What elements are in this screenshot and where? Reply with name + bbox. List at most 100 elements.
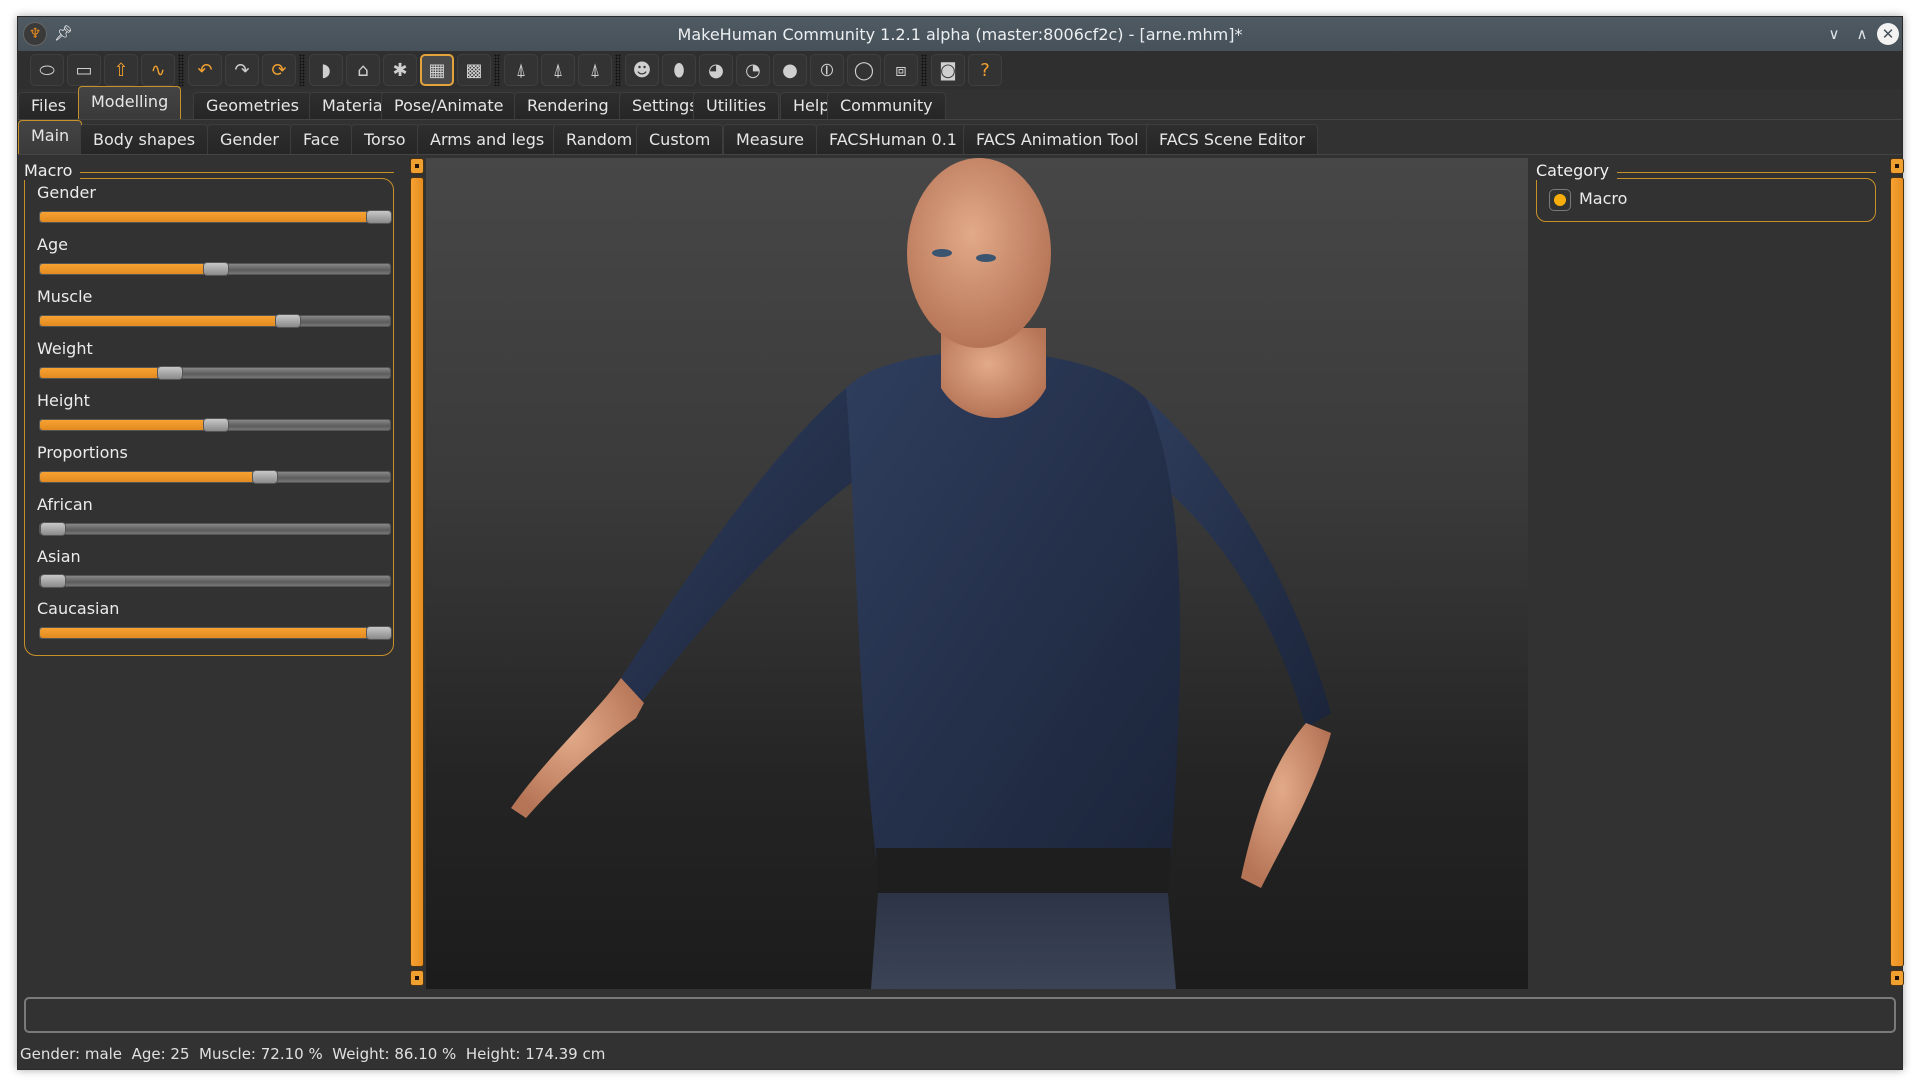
top-view-button[interactable]: ● <box>773 54 807 86</box>
tab-utilities[interactable]: Utilities <box>693 92 780 119</box>
tab-modelling[interactable]: Modelling <box>78 86 182 119</box>
save-button[interactable]: ▭ <box>67 54 101 86</box>
subtab-measure[interactable]: Measure <box>723 124 817 154</box>
ortho-toggle-icon: ⧈ <box>895 59 907 81</box>
tab-files[interactable]: Files <box>18 92 80 119</box>
toolbar-separator <box>615 54 621 86</box>
scroll-down-arrow[interactable] <box>410 970 424 986</box>
subtab-torso[interactable]: Torso <box>351 124 419 154</box>
help-button[interactable]: ? <box>968 54 1002 86</box>
close-button[interactable]: ✕ <box>1877 23 1899 45</box>
scroll-up-arrow[interactable] <box>1890 158 1904 174</box>
tab-geometries[interactable]: Geometries <box>193 92 312 119</box>
checker-background-button[interactable]: ▩ <box>457 54 491 86</box>
slider-track[interactable] <box>39 366 391 380</box>
jeans <box>871 893 1176 989</box>
slider-track[interactable] <box>39 470 391 484</box>
toolbar-separator <box>921 54 927 86</box>
subtab-facshuman-0-1[interactable]: FACSHuman 0.1 <box>816 124 970 154</box>
left-view-button[interactable]: ◕ <box>699 54 733 86</box>
3d-viewport[interactable] <box>426 158 1528 989</box>
subtab-facs-scene-editor[interactable]: FACS Scene Editor <box>1146 124 1319 154</box>
scroll-thumb[interactable] <box>410 177 424 967</box>
subtab-random[interactable]: Random <box>553 124 646 154</box>
subtab-facs-animation-tool[interactable]: FACS Animation Tool <box>963 124 1152 154</box>
reset-camera-button[interactable]: ◯ <box>847 54 881 86</box>
undo-button[interactable]: ↶ <box>188 54 222 86</box>
subtab-arms-and-legs[interactable]: Arms and legs <box>417 124 558 154</box>
scroll-thumb[interactable] <box>1890 177 1904 967</box>
symmetry-right-icon: ⍋ <box>515 59 527 81</box>
left-panel-scrollbar[interactable] <box>410 158 424 988</box>
screenshot-button[interactable]: ◙ <box>931 54 965 86</box>
slider-label: Muscle <box>37 287 93 306</box>
left-panel: Gender Age Muscle Weight Height Proportions Af… <box>18 156 410 986</box>
ortho-toggle-button[interactable]: ⧈ <box>884 54 918 86</box>
slider-handle[interactable] <box>366 626 392 640</box>
slider-handle[interactable] <box>203 262 229 276</box>
symmetry-right-button[interactable]: ⍋ <box>504 54 538 86</box>
slider-track[interactable] <box>39 262 391 276</box>
symmetry-button[interactable]: ⍋ <box>578 54 612 86</box>
slider-track[interactable] <box>39 522 391 536</box>
slider-track[interactable] <box>39 314 391 328</box>
pose-icon: ✱ <box>392 59 408 81</box>
slider-handle[interactable] <box>157 366 184 380</box>
slider-handle[interactable] <box>40 574 66 588</box>
macro-groupbox: Gender Age Muscle Weight Height Proportions Af… <box>24 178 394 656</box>
files-button[interactable]: ⬭ <box>30 54 64 86</box>
slider-track[interactable] <box>39 418 391 432</box>
slider-track[interactable] <box>39 210 392 224</box>
human-model <box>511 158 1331 989</box>
minimize-button[interactable]: ∨ <box>1823 23 1845 45</box>
macro-radio[interactable] <box>1549 189 1571 211</box>
checker-background-icon: ▩ <box>465 59 483 81</box>
undo-icon: ↶ <box>197 59 213 81</box>
tab-rendering[interactable]: Rendering <box>514 92 622 119</box>
title-bar[interactable]: ♆ 📌︎ MakeHuman Community 1.2.1 alpha (ma… <box>18 17 1902 51</box>
slider-handle[interactable] <box>203 418 229 432</box>
reset-icon: ⟳ <box>271 59 287 81</box>
subtab-gender[interactable]: Gender <box>207 124 292 154</box>
load-button[interactable]: ∿ <box>141 54 175 86</box>
bottom-view-icon: ⦶ <box>820 59 834 81</box>
front-view-button[interactable]: ☻ <box>625 54 659 86</box>
back-view-button[interactable]: ⬮ <box>662 54 696 86</box>
slider-label: African <box>37 495 93 514</box>
reset-button[interactable]: ⟳ <box>262 54 296 86</box>
toolbar: ⬭ ▭ ⇧ ∿ ↶ ↷ ⟳ ◗ ⌂ ✱ ▦ ▩ ⍋ ⍋ ⍋ ☻ ⬮ ◕ ◔ ● ⦶ ◯ ⧈ ◙? <box>18 51 1902 89</box>
symmetry-left-button[interactable]: ⍋ <box>541 54 575 86</box>
macro-radio-label[interactable]: Macro <box>1579 189 1627 208</box>
smooth-button[interactable]: ◗ <box>309 54 343 86</box>
slider-handle[interactable] <box>275 314 302 328</box>
subtab-body-shapes[interactable]: Body shapes <box>80 124 209 154</box>
subtab-face[interactable]: Face <box>290 124 353 154</box>
scroll-up-arrow[interactable] <box>410 158 424 174</box>
slider-handle[interactable] <box>40 522 66 536</box>
tab-community[interactable]: Community <box>827 92 946 119</box>
right-view-button[interactable]: ◔ <box>736 54 770 86</box>
slider-age: Age <box>37 235 393 287</box>
subtab-main[interactable]: Main <box>18 120 83 154</box>
slider-label: Weight <box>37 339 93 358</box>
tab-pose-animate[interactable]: Pose/Animate <box>381 92 517 119</box>
redo-icon: ↷ <box>234 59 250 81</box>
wireframe-button[interactable]: ⌂ <box>346 54 380 86</box>
grid-button[interactable]: ▦ <box>420 54 454 86</box>
export-button[interactable]: ⇧ <box>104 54 138 86</box>
subtab-custom[interactable]: Custom <box>636 124 724 154</box>
slider-weight: Weight <box>37 339 393 391</box>
symmetry-left-icon: ⍋ <box>552 59 564 81</box>
log-output-field[interactable] <box>24 997 1896 1033</box>
slider-handle[interactable] <box>366 210 392 224</box>
bottom-view-button[interactable]: ⦶ <box>810 54 844 86</box>
maximize-button[interactable]: ∧ <box>1851 23 1873 45</box>
slider-track[interactable] <box>39 626 392 640</box>
slider-track[interactable] <box>39 574 391 588</box>
pose-button[interactable]: ✱ <box>383 54 417 86</box>
slider-label: Caucasian <box>37 599 120 618</box>
slider-handle[interactable] <box>251 470 278 484</box>
redo-button[interactable]: ↷ <box>225 54 259 86</box>
right-panel-scrollbar[interactable] <box>1890 158 1904 988</box>
scroll-down-arrow[interactable] <box>1890 970 1904 986</box>
